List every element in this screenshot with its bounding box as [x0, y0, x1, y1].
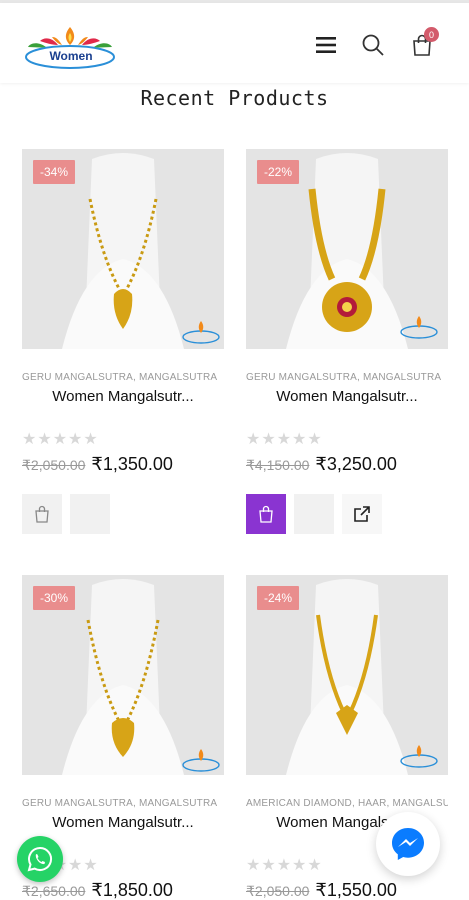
external-link-icon: [354, 506, 370, 522]
product-name[interactable]: Women Mangalsutr...: [22, 388, 224, 405]
logo-lotus-icon: [25, 27, 115, 69]
product-price: ₹2,650.00 ₹1,850.00: [22, 880, 173, 900]
discount-badge: -24%: [257, 586, 300, 610]
whatsapp-button[interactable]: [17, 836, 63, 882]
wishlist-button[interactable]: [294, 494, 334, 534]
star-rating: ★★★★★: [246, 857, 323, 874]
original-price: ₹2,050.00: [246, 883, 310, 899]
product-categories[interactable]: GERU MANGALSUTRA, MANGALSUTRA: [22, 372, 224, 383]
product-image[interactable]: -24%: [246, 575, 448, 775]
product-price: ₹4,150.00 ₹3,250.00: [246, 454, 397, 475]
product-categories[interactable]: AMERICAN DIAMOND, HAAR, MANGALSUTRA: [246, 798, 448, 809]
open-product-button[interactable]: [342, 494, 382, 534]
original-price: ₹4,150.00: [246, 457, 310, 473]
discount-badge: -22%: [257, 160, 300, 184]
product-price: ₹2,050.00 ₹1,350.00: [22, 454, 173, 475]
original-price: ₹2,050.00: [22, 457, 86, 473]
sale-price: ₹1,850.00: [91, 880, 173, 900]
search-icon[interactable]: [359, 31, 387, 59]
discount-badge: -34%: [33, 160, 76, 184]
product-image[interactable]: -30%: [22, 575, 224, 775]
section-title: Recent Products: [140, 86, 329, 110]
site-logo[interactable]: Women: [22, 23, 118, 73]
sale-price: ₹1,550.00: [315, 880, 397, 900]
add-to-cart-button[interactable]: [246, 494, 286, 534]
site-header: Women 0: [0, 3, 469, 83]
menu-icon[interactable]: [312, 31, 340, 59]
cart-button[interactable]: 0: [408, 27, 439, 59]
product-categories[interactable]: GERU MANGALSUTRA, MANGALSUTRA: [246, 372, 448, 383]
star-rating: ★★★★★: [246, 431, 323, 448]
messenger-icon: [392, 828, 424, 860]
logo-text: Women: [49, 49, 93, 63]
discount-badge: -30%: [33, 586, 76, 610]
product-image[interactable]: -34%: [22, 149, 224, 349]
add-to-cart-button[interactable]: [22, 494, 62, 534]
star-rating: ★★★★★: [22, 431, 99, 448]
product-price: ₹2,050.00 ₹1,550.00: [246, 880, 397, 900]
sale-price: ₹3,250.00: [315, 454, 397, 474]
whatsapp-icon: [27, 846, 52, 872]
product-image[interactable]: -22%: [246, 149, 448, 349]
product-name[interactable]: Women Mangalsutr...: [246, 388, 448, 405]
product-categories[interactable]: GERU MANGALSUTRA, MANGALSUTRA: [22, 798, 224, 809]
sale-price: ₹1,350.00: [91, 454, 173, 474]
shopping-bag-icon: [259, 505, 273, 523]
messenger-button[interactable]: [376, 812, 440, 876]
shopping-bag-icon: [35, 505, 49, 523]
product-name[interactable]: Women Mangalsutr...: [22, 814, 224, 831]
original-price: ₹2,650.00: [22, 883, 86, 899]
wishlist-button[interactable]: [70, 494, 110, 534]
cart-count-badge: 0: [424, 27, 439, 42]
